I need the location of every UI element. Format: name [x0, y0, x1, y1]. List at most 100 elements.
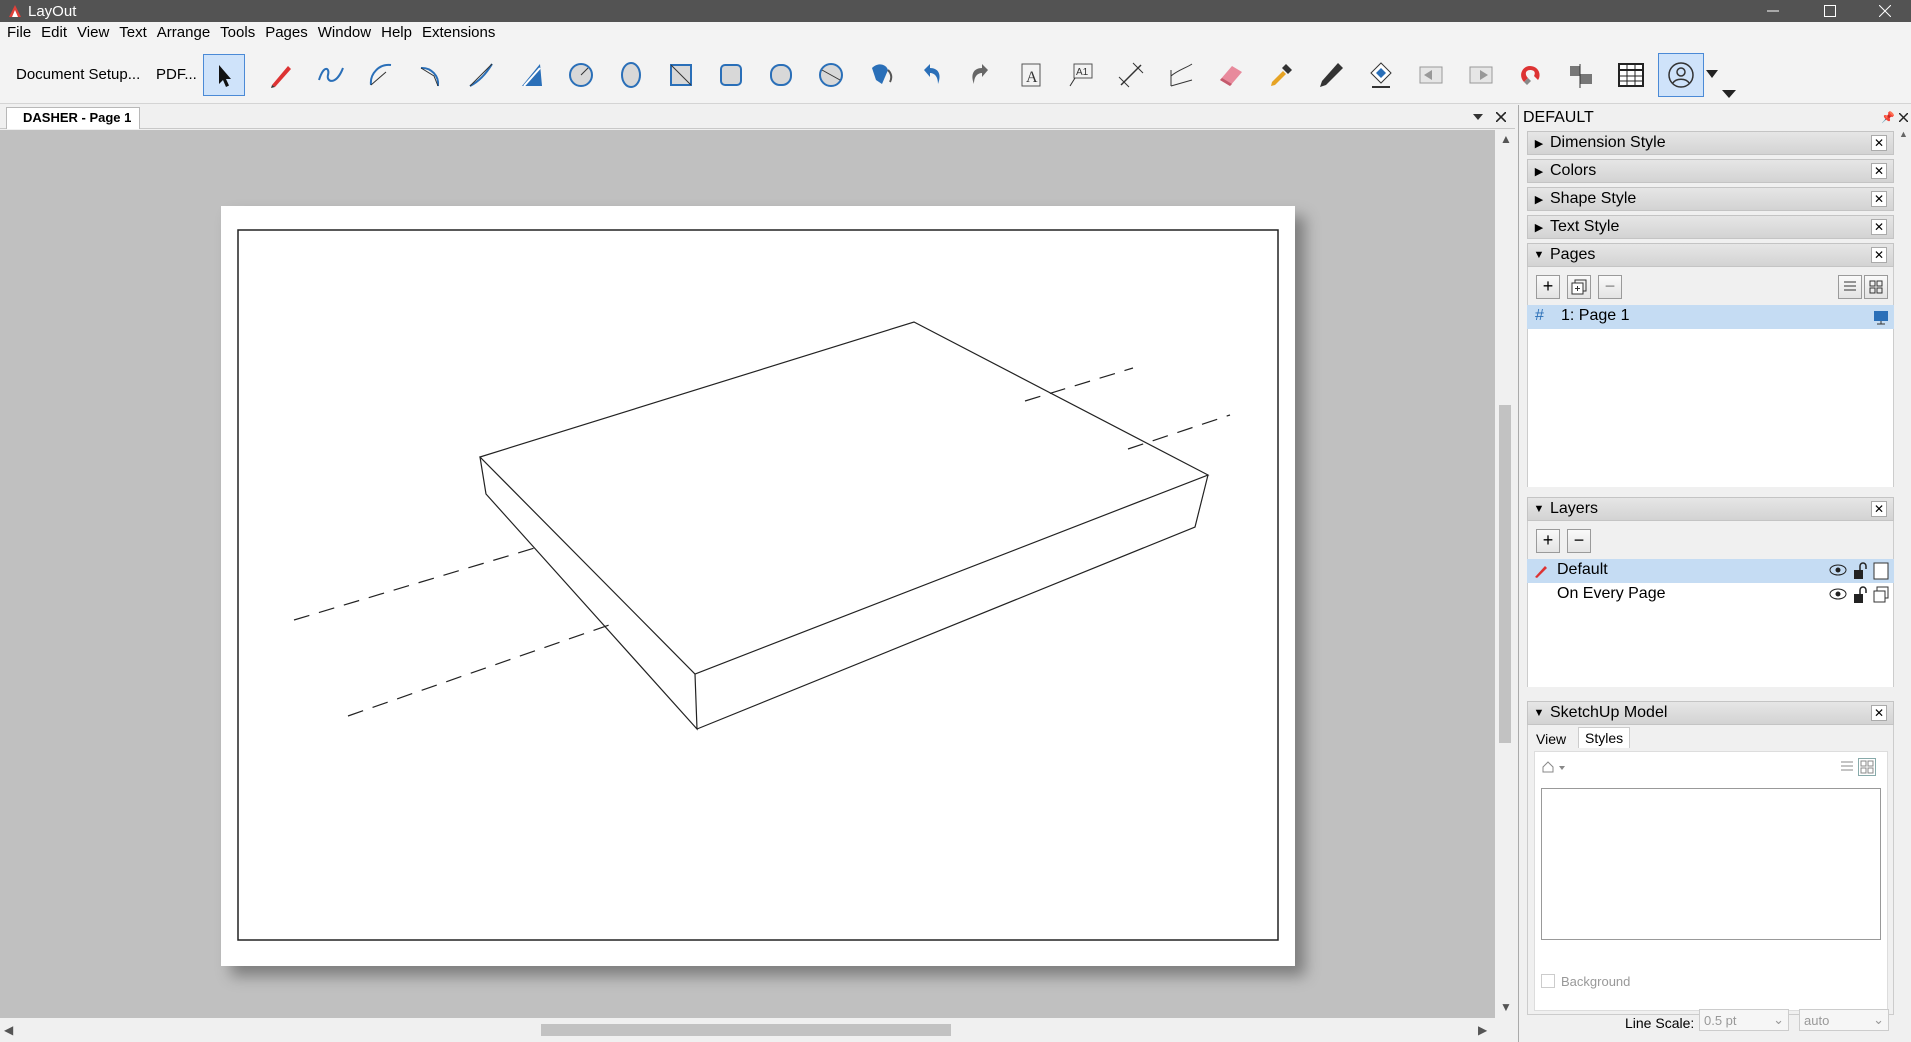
drawing-canvas[interactable] — [0, 130, 1495, 1018]
duplicate-page-button[interactable] — [1567, 275, 1591, 299]
lozenge-tool-button[interactable] — [760, 54, 802, 96]
linear-dimension-tool-button[interactable] — [1110, 54, 1152, 96]
close-window-button[interactable] — [1862, 0, 1908, 22]
close-tray-icon[interactable] — [1899, 113, 1908, 122]
arc-tool-button[interactable] — [360, 54, 402, 96]
menu-edit[interactable]: Edit — [36, 22, 72, 44]
panel-pages[interactable]: ▼ Pages ✕ — [1527, 243, 1894, 267]
tray-scroll-up-icon[interactable]: ▲ — [1899, 129, 1908, 139]
show-in-presentation-icon[interactable] — [1873, 309, 1889, 325]
pie-tool-button[interactable] — [410, 54, 452, 96]
close-panel-icon[interactable]: ✕ — [1871, 219, 1887, 235]
menu-window[interactable]: Window — [313, 22, 376, 44]
tab-view[interactable]: View — [1530, 729, 1572, 749]
shared-layer-icon[interactable] — [1873, 586, 1889, 604]
menu-pages[interactable]: Pages — [260, 22, 313, 44]
label-tool-button[interactable]: A1 — [1060, 54, 1102, 96]
menu-tools[interactable]: Tools — [215, 22, 260, 44]
previous-page-button[interactable] — [1410, 54, 1452, 96]
scroll-up-icon[interactable]: ▲ — [1500, 132, 1512, 146]
table-tool-button[interactable] — [1610, 54, 1652, 96]
panel-sketchup-model[interactable]: ▼ SketchUp Model ✕ — [1527, 701, 1894, 725]
tray-scrollbar[interactable]: ▲ — [1899, 129, 1909, 1009]
presentation-dropdown-icon[interactable] — [1706, 70, 1718, 78]
menu-arrange[interactable]: Arrange — [152, 22, 215, 44]
close-panel-icon[interactable]: ✕ — [1871, 247, 1887, 263]
close-panel-icon[interactable]: ✕ — [1871, 705, 1887, 721]
scroll-left-icon[interactable]: ◀ — [4, 1023, 13, 1037]
document-setup-button[interactable]: Document Setup... — [16, 66, 140, 83]
scroll-down-icon[interactable]: ▼ — [1500, 1000, 1512, 1014]
line-tool-button[interactable] — [260, 54, 302, 96]
styles-thumbnail-view-icon[interactable] — [1858, 758, 1876, 776]
close-panel-icon[interactable]: ✕ — [1871, 163, 1887, 179]
menu-file[interactable]: File — [2, 22, 36, 44]
rectangle-tool-button[interactable] — [660, 54, 702, 96]
panel-text-style[interactable]: ▶ Text Style ✕ — [1527, 215, 1894, 239]
menu-view[interactable]: View — [72, 22, 114, 44]
ellipse-tool-button[interactable] — [610, 54, 652, 96]
layer-row-on-every-page[interactable]: On Every Page — [1527, 583, 1894, 607]
paper-page[interactable] — [221, 206, 1295, 966]
split-tool-button[interactable] — [1310, 54, 1352, 96]
pin-tray-icon[interactable]: 📌 — [1881, 111, 1895, 124]
delete-page-button[interactable]: − — [1598, 275, 1622, 299]
panel-layers[interactable]: ▼ Layers ✕ — [1527, 497, 1894, 521]
tab-list-dropdown-icon[interactable] — [1473, 114, 1483, 120]
share-layer-icon[interactable] — [1873, 562, 1889, 580]
offset-tool-button[interactable] — [510, 54, 552, 96]
text-tool-button[interactable]: A — [1010, 54, 1052, 96]
pdf-export-button[interactable]: PDF... — [156, 66, 197, 83]
page-row-1[interactable]: # 1: Page 1 — [1527, 305, 1894, 329]
styles-list-view-icon[interactable] — [1840, 760, 1854, 774]
sketchup-viewport[interactable] — [221, 206, 1295, 966]
maximize-button[interactable] — [1807, 0, 1853, 22]
style-eyedropper-button[interactable] — [1260, 54, 1302, 96]
close-document-icon[interactable] — [1496, 112, 1506, 122]
vertical-scrollbar[interactable]: ▲ ▼ — [1495, 130, 1515, 1018]
close-panel-icon[interactable]: ✕ — [1871, 191, 1887, 207]
panel-colors[interactable]: ▶ Colors ✕ — [1527, 159, 1894, 183]
presentation-button[interactable] — [1658, 53, 1704, 97]
document-tab[interactable]: DASHER - Page 1 — [6, 107, 141, 129]
scrapbooks-button[interactable] — [1560, 54, 1602, 96]
minimize-button[interactable] — [1750, 0, 1796, 22]
freehand-tool-button[interactable] — [310, 54, 352, 96]
tab-styles[interactable]: Styles — [1578, 727, 1631, 748]
menu-help[interactable]: Help — [376, 22, 417, 44]
add-layer-button[interactable]: + — [1536, 529, 1560, 553]
lock-icon[interactable] — [1853, 562, 1867, 580]
scroll-right-icon[interactable]: ▶ — [1478, 1023, 1487, 1037]
auto-scale-dropdown[interactable]: auto ⌄ — [1799, 1009, 1889, 1031]
line-scale-dropdown[interactable]: 0.5 pt ⌄ — [1699, 1009, 1789, 1031]
layer-row-default[interactable]: Default — [1527, 559, 1894, 583]
toolbar-overflow-icon[interactable] — [1722, 90, 1736, 98]
list-view-button[interactable] — [1838, 275, 1862, 299]
delete-layer-button[interactable]: − — [1567, 529, 1591, 553]
vertical-scroll-thumb[interactable] — [1499, 405, 1511, 743]
thumbnail-view-button[interactable] — [1864, 275, 1888, 299]
home-styles-dropdown-icon[interactable] — [1541, 760, 1567, 774]
visibility-eye-icon[interactable] — [1829, 588, 1847, 600]
rounded-rectangle-tool-button[interactable] — [710, 54, 752, 96]
close-panel-icon[interactable]: ✕ — [1871, 501, 1887, 517]
arc-3pt-tool-button[interactable] — [460, 54, 502, 96]
undo-button[interactable] — [910, 54, 952, 96]
background-checkbox[interactable] — [1541, 974, 1555, 988]
panel-dimension-style[interactable]: ▶ Dimension Style ✕ — [1527, 131, 1894, 155]
close-panel-icon[interactable]: ✕ — [1871, 135, 1887, 151]
angular-dimension-tool-button[interactable] — [1160, 54, 1202, 96]
add-page-button[interactable]: + — [1536, 275, 1560, 299]
paint-bucket-tool-button[interactable] — [860, 54, 902, 96]
lock-icon[interactable] — [1853, 586, 1867, 604]
horizontal-scroll-thumb[interactable] — [541, 1024, 951, 1036]
styles-preview-well[interactable] — [1541, 788, 1881, 940]
menu-text[interactable]: Text — [114, 22, 152, 44]
visibility-eye-icon[interactable] — [1829, 564, 1847, 576]
select-tool-button[interactable] — [203, 54, 245, 96]
polygon-tool-button[interactable] — [810, 54, 852, 96]
redo-button[interactable] — [960, 54, 1002, 96]
panel-shape-style[interactable]: ▶ Shape Style ✕ — [1527, 187, 1894, 211]
eraser-tool-button[interactable] — [1210, 54, 1252, 96]
next-page-button[interactable] — [1460, 54, 1502, 96]
